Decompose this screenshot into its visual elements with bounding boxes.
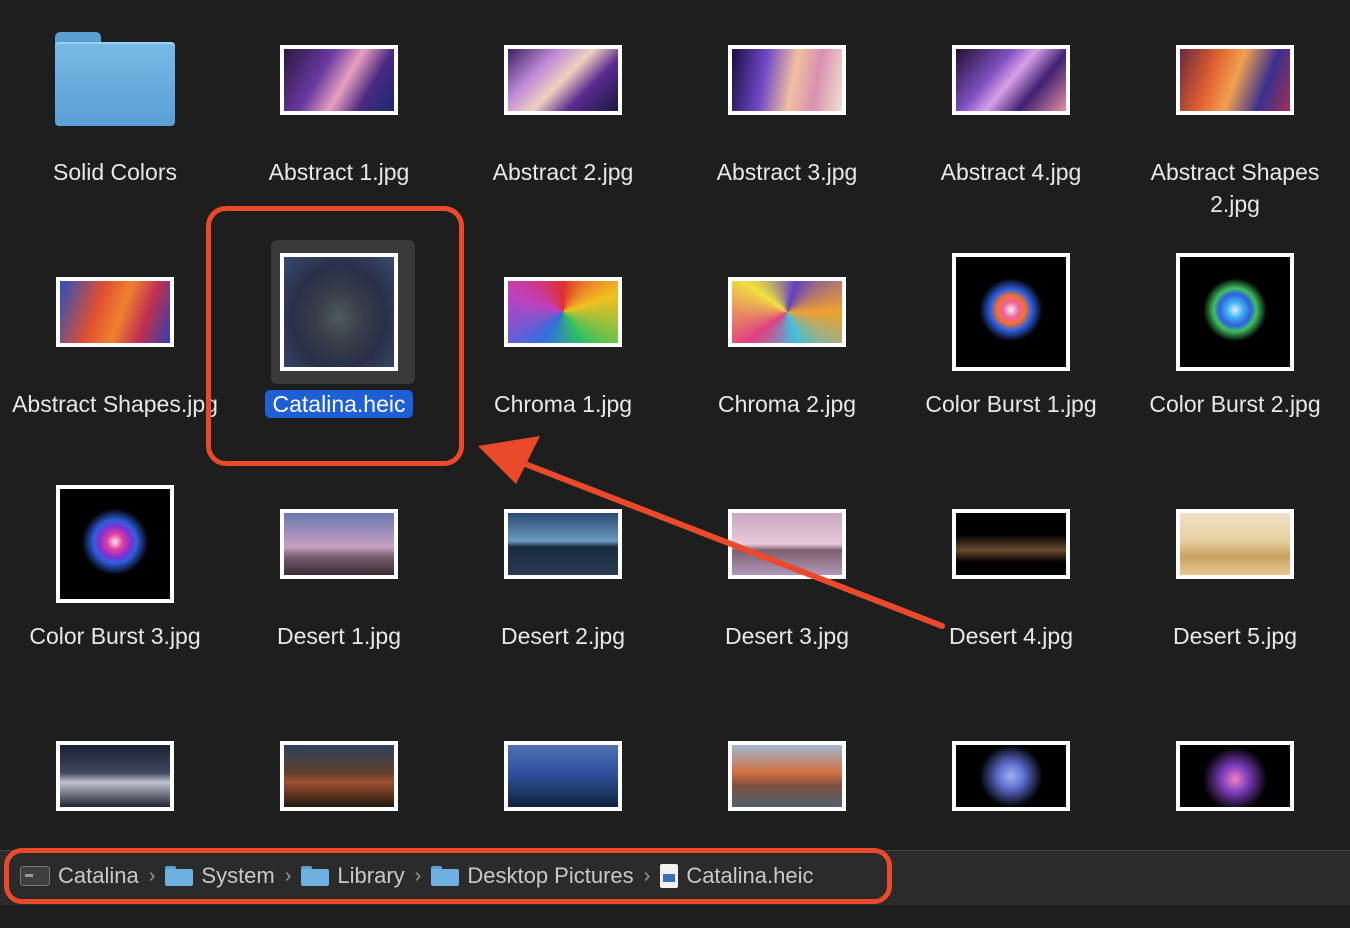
thumbnail[interactable] [3, 696, 227, 856]
image-thumbnail [504, 509, 622, 579]
file-item[interactable]: Abstract 3.jpg [675, 0, 899, 232]
file-item[interactable]: Abstract 2.jpg [451, 0, 675, 232]
thumbnail[interactable] [675, 0, 899, 160]
image-thumbnail [504, 45, 622, 115]
file-name-label: Desert 2.jpg [500, 623, 625, 649]
file-item[interactable]: Chroma 2.jpg [675, 232, 899, 464]
image-thumbnail [728, 277, 846, 347]
file-item[interactable]: Color Burst 1.jpg [899, 232, 1123, 464]
file-name-label: Desert 5.jpg [1172, 623, 1297, 649]
selection-callout-box [206, 206, 464, 466]
thumbnail[interactable] [3, 464, 227, 624]
file-item[interactable]: Desert 2.jpg [451, 464, 675, 696]
file-item[interactable]: Abstract 4.jpg [899, 0, 1123, 232]
thumbnail[interactable] [899, 464, 1123, 624]
file-item[interactable]: Color Burst 3.jpg [3, 464, 227, 696]
file-name-label: Abstract 1.jpg [268, 159, 410, 185]
thumbnail[interactable] [3, 232, 227, 392]
image-thumbnail [952, 45, 1070, 115]
file-name-label: Desert 4.jpg [948, 623, 1073, 649]
file-grid: Solid Colors Abstract 1.jpg Abstract 2.jpg… [0, 0, 1350, 850]
thumbnail[interactable] [675, 464, 899, 624]
file-item[interactable]: Desert 3.jpg [675, 464, 899, 696]
file-name-label: Solid Colors [53, 159, 177, 185]
folder-icon [55, 32, 175, 128]
file-name-label: Color Burst 2.jpg [1149, 391, 1321, 417]
file-item[interactable]: Chroma 1.jpg [451, 232, 675, 464]
file-name-label: Desert 1.jpg [276, 623, 401, 649]
folder-item[interactable]: Solid Colors [3, 0, 227, 232]
file-name-label: Desert 3.jpg [724, 623, 849, 649]
thumbnail[interactable] [451, 232, 675, 392]
image-thumbnail [504, 277, 622, 347]
file-item[interactable]: Desert 1.jpg [227, 464, 451, 696]
image-thumbnail [952, 253, 1070, 371]
file-name-label: Chroma 2.jpg [717, 391, 857, 417]
thumbnail[interactable] [451, 696, 675, 856]
thumbnail[interactable] [1123, 0, 1347, 160]
file-name-label: Abstract Shapes.jpg [12, 391, 218, 417]
image-thumbnail [728, 741, 846, 811]
image-thumbnail [1176, 509, 1294, 579]
file-item[interactable]: Abstract Shapes.jpg [3, 232, 227, 464]
path-bar-callout-box [4, 848, 892, 904]
file-name-label: Abstract 3.jpg [716, 159, 858, 185]
image-thumbnail [56, 741, 174, 811]
image-thumbnail [1176, 741, 1294, 811]
image-thumbnail [280, 509, 398, 579]
file-name-label: Color Burst 3.jpg [29, 623, 201, 649]
thumbnail[interactable] [1123, 232, 1347, 392]
thumbnail[interactable] [675, 232, 899, 392]
image-thumbnail [56, 277, 174, 347]
image-thumbnail [1176, 253, 1294, 371]
image-thumbnail [728, 509, 846, 579]
image-thumbnail [728, 45, 846, 115]
file-item[interactable]: Desert 4.jpg [899, 464, 1123, 696]
thumbnail[interactable] [227, 0, 451, 160]
thumbnail[interactable] [227, 464, 451, 624]
file-item[interactable]: Color Burst 2.jpg [1123, 232, 1347, 464]
thumbnail[interactable] [675, 696, 899, 856]
thumbnail[interactable] [1123, 696, 1347, 856]
file-item[interactable]: Desert 5.jpg [1123, 464, 1347, 696]
thumbnail[interactable] [227, 696, 451, 856]
image-thumbnail [504, 741, 622, 811]
file-name-label: Abstract Shapes 2.jpg [1150, 159, 1320, 217]
thumbnail[interactable] [899, 0, 1123, 160]
thumbnail[interactable] [899, 696, 1123, 856]
thumbnail[interactable] [1123, 464, 1347, 624]
file-name-label: Abstract 2.jpg [492, 159, 634, 185]
thumbnail[interactable] [451, 464, 675, 624]
image-thumbnail [952, 509, 1070, 579]
image-thumbnail [280, 45, 398, 115]
thumbnail[interactable] [899, 232, 1123, 392]
image-thumbnail [56, 485, 174, 603]
image-thumbnail [1176, 45, 1294, 115]
thumbnail[interactable] [451, 0, 675, 160]
file-item[interactable]: Abstract Shapes 2.jpg [1123, 0, 1347, 232]
file-name-label: Chroma 1.jpg [493, 391, 633, 417]
folder-icon[interactable] [3, 0, 227, 160]
image-thumbnail [280, 741, 398, 811]
file-item[interactable]: Abstract 1.jpg [227, 0, 451, 232]
image-thumbnail [952, 741, 1070, 811]
file-name-label: Color Burst 1.jpg [925, 391, 1097, 417]
file-name-label: Abstract 4.jpg [940, 159, 1082, 185]
